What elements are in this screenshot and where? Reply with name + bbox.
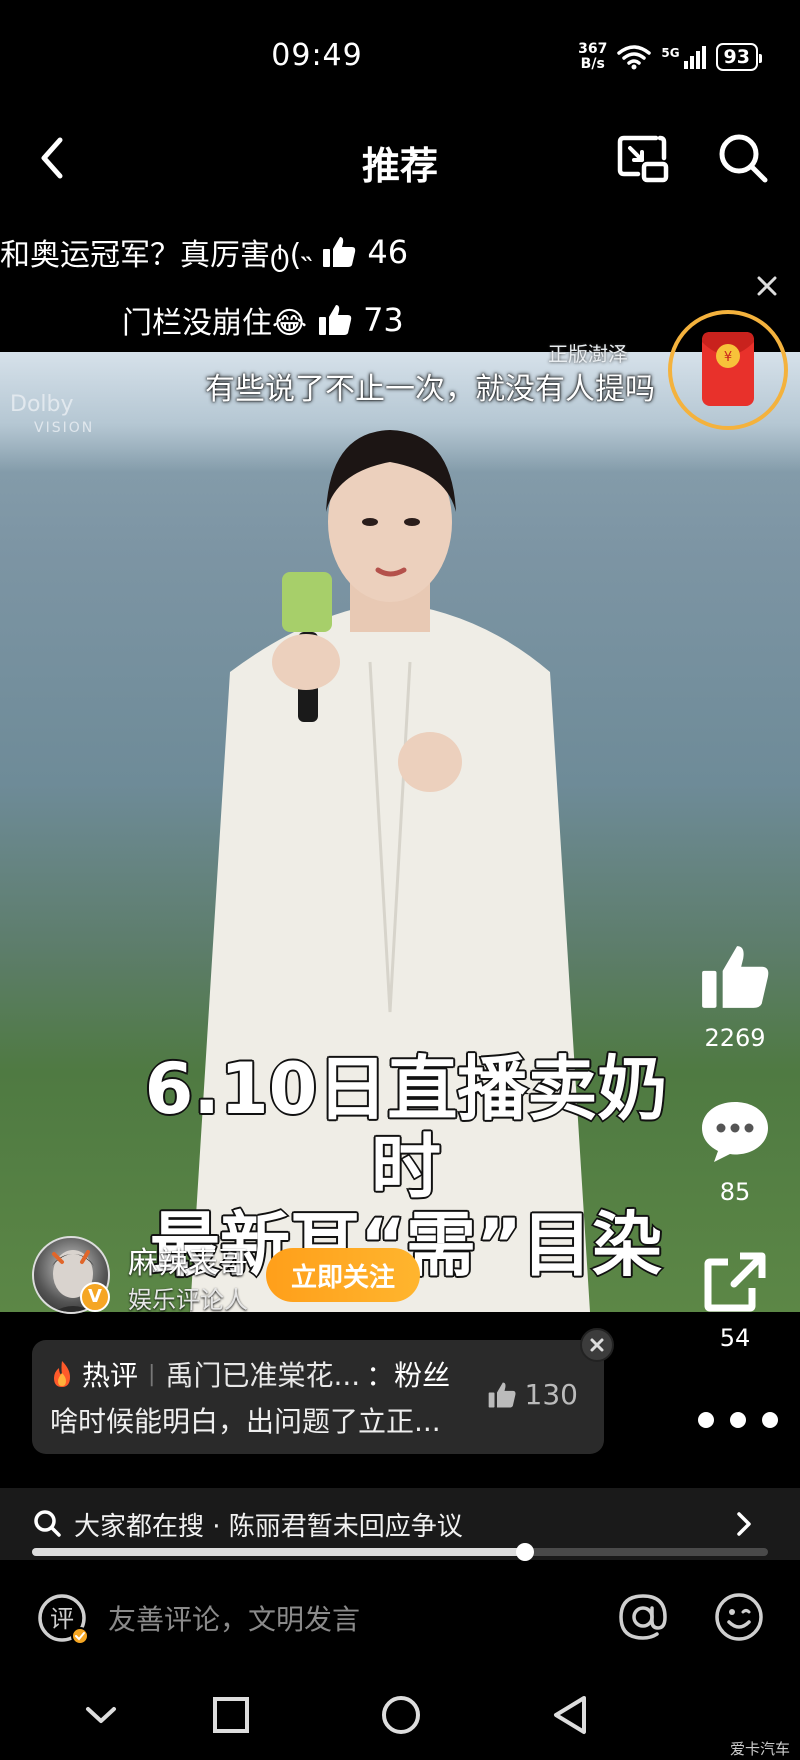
more-options-icon[interactable]	[698, 1405, 778, 1435]
nav-home-icon[interactable]	[376, 1690, 426, 1740]
net-speed: 367 B/s	[578, 42, 607, 72]
nav-hide-keyboard-icon[interactable]	[76, 1690, 126, 1740]
dot	[730, 1412, 746, 1428]
svg-text:¥: ¥	[724, 350, 732, 365]
close-icon	[590, 1338, 604, 1352]
page-title: 推荐	[361, 144, 438, 188]
verified-badge-icon: V	[80, 1282, 110, 1312]
hot-comment-user: 禹门已准棠花...	[165, 1359, 361, 1392]
danmaku-comment: 门栏没崩住😂 73	[122, 298, 404, 342]
comment-count: 85	[719, 1178, 751, 1206]
fire-icon	[54, 1361, 70, 1387]
comment-input[interactable]: 友善评论，文明发言	[108, 1598, 360, 1638]
danmaku-text: 和奥运冠军？真厉害ტ(˵	[0, 238, 312, 273]
share-count: 54	[719, 1324, 751, 1352]
follow-button[interactable]: 立即关注	[266, 1248, 420, 1302]
dolby-vision-label: VISION	[34, 420, 95, 436]
author-role: 娱乐评论人	[128, 1286, 248, 1314]
chevron-right-icon	[737, 1512, 751, 1536]
red-packet-button[interactable]: ¥	[668, 310, 788, 430]
video-title-line: 6.10日直播卖奶时	[143, 1048, 669, 1208]
comment-button[interactable]: 85	[690, 1098, 780, 1206]
danmaku-likes: 73	[363, 301, 404, 339]
close-icon[interactable]	[753, 272, 781, 300]
at-mention-icon[interactable]	[616, 1590, 670, 1644]
video-progress-fill	[32, 1548, 526, 1556]
like-button[interactable]: 2269	[690, 940, 780, 1052]
status-time: 09:49	[271, 38, 363, 73]
comment-pen-icon: 评	[38, 1594, 89, 1645]
thumbs-up-icon	[702, 946, 769, 1008]
dot	[762, 1412, 778, 1428]
danmaku-text: 门栏没崩住😂	[122, 306, 308, 341]
comment-bubble-icon	[702, 1102, 768, 1162]
hot-comment-like-count: 130	[524, 1378, 578, 1411]
dot	[698, 1412, 714, 1428]
hot-comment-tag: 热评	[82, 1359, 139, 1392]
danmaku-comment: 和奥运冠军？真厉害ტ(˵ 46	[0, 230, 408, 274]
hot-comment-text: 啥时候能明白，出问题了立正...	[50, 1405, 441, 1438]
author-name[interactable]: 麻辣表哥	[128, 1238, 248, 1282]
share-button[interactable]: 54	[690, 1250, 780, 1352]
like-count: 2269	[704, 1024, 766, 1052]
status-indicators: 367 B/s 5G 93	[578, 42, 763, 72]
divider: |	[148, 1361, 156, 1387]
corner-watermark: 爱卡汽车	[729, 1740, 790, 1758]
cast-screen-icon[interactable]	[616, 130, 672, 186]
wifi-icon	[617, 45, 652, 70]
red-envelope-icon: ¥	[702, 332, 754, 406]
danmaku-likes: 46	[367, 233, 409, 271]
nav-recents-icon[interactable]	[206, 1690, 256, 1740]
thumbs-up-icon	[323, 237, 356, 267]
hot-comment-like[interactable]: 130	[487, 1378, 578, 1411]
search-icon	[34, 1510, 61, 1537]
net-speed-value: 367	[578, 41, 608, 57]
hot-comment-text-prefix: ：粉丝	[366, 1359, 451, 1392]
network-type: 5G	[661, 45, 680, 60]
thumbs-up-icon	[319, 305, 352, 335]
trending-search-text: 大家都在搜 · 陈丽君暂未回应争议	[74, 1512, 463, 1542]
share-icon	[704, 1252, 766, 1312]
search-icon[interactable]	[715, 130, 771, 186]
thumbs-up-icon	[488, 1382, 516, 1407]
video-watermark: 正版澍泽	[548, 342, 628, 366]
svg-text:评: 评	[50, 1605, 74, 1633]
comment-edit-icon[interactable]: 评	[36, 1592, 90, 1646]
hot-comment-header: 热评 | 禹门已准棠花... ：粉丝	[48, 1354, 450, 1394]
hot-comment-card[interactable]: 热评 | 禹门已准棠花... ：粉丝 啥时候能明白，出问题了立正... 130	[32, 1340, 604, 1454]
close-hot-comment-button[interactable]	[580, 1328, 614, 1362]
nav-back-icon[interactable]	[546, 1690, 596, 1740]
cellular-signal-icon: 5G	[661, 45, 706, 69]
battery-indicator: 93	[715, 43, 763, 71]
net-speed-unit: B/s	[580, 56, 605, 72]
emoji-icon[interactable]	[712, 1590, 766, 1644]
video-progress-handle[interactable]	[516, 1543, 535, 1561]
